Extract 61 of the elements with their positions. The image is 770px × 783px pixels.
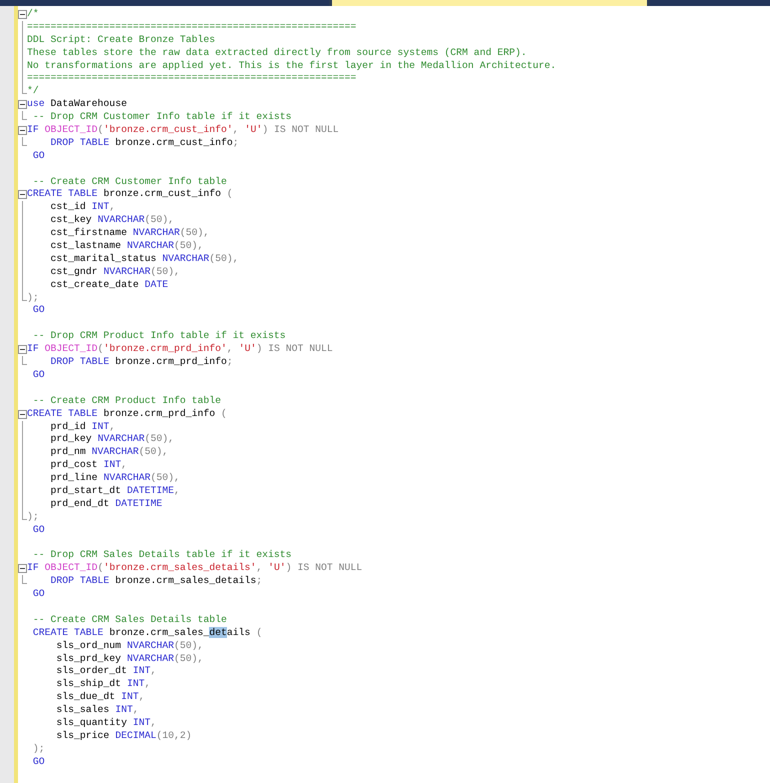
code-line: sls_ord_num NVARCHAR(50),: [55, 640, 204, 653]
code-line: -- Drop CRM Sales Details table if it exists: [32, 549, 292, 562]
code-line: -- Create CRM Product Info table: [32, 394, 222, 408]
code-line: prd_id INT,: [50, 420, 116, 434]
collapse-icon[interactable]: [18, 100, 27, 110]
code-line: IF OBJECT_ID('bronze.crm_cust_info', 'U') IS NOT NULL: [27, 124, 339, 137]
code-line: GO: [32, 304, 45, 318]
code-line: GO: [32, 524, 45, 537]
code-line: CREATE TABLE bronze.crm_sales_details (: [32, 626, 262, 640]
collapse-icon[interactable]: [18, 126, 27, 135]
collapse-icon[interactable]: [18, 10, 27, 19]
code-line: */: [27, 85, 39, 98]
code-line: IF OBJECT_ID('bronze.crm_prd_info', 'U') IS NOT NULL: [27, 343, 333, 356]
code-line: prd_end_dt DATETIME: [50, 498, 162, 511]
code-line: DROP TABLE bronze.crm_cust_info;: [50, 136, 239, 150]
code-line: sls_sales INT,: [55, 704, 139, 717]
code-line: prd_line NVARCHAR(50),: [50, 472, 180, 485]
code-line: GO: [32, 756, 45, 769]
code-line: );: [27, 510, 39, 524]
code-line: cst_id INT,: [50, 201, 116, 214]
code-line: -- Create CRM Sales Details table: [32, 614, 227, 627]
code-line: -- Create CRM Customer Info table: [32, 176, 227, 188]
collapse-icon[interactable]: [18, 564, 27, 574]
code-line: No transformations are applied yet. This is the first layer in the Medallion Architecture.: [27, 60, 556, 72]
code-line: IF OBJECT_ID('bronze.crm_sales_details', 'U') IS NOT NULL: [27, 562, 362, 576]
code-line: ========================================================: [27, 20, 356, 34]
code-line: prd_key NVARCHAR(50),: [50, 433, 174, 446]
code-line: DROP TABLE bronze.crm_sales_details;: [50, 575, 262, 588]
code-line: ========================================================: [27, 72, 356, 86]
collapse-icon[interactable]: [18, 410, 27, 419]
code-line: prd_nm NVARCHAR(50),: [50, 446, 168, 460]
code-line: use DataWarehouse: [27, 98, 127, 112]
code-line: cst_create_date DATE: [50, 278, 168, 292]
code-line: sls_ship_dt INT,: [55, 678, 150, 692]
code-line: sls_order_dt INT,: [55, 665, 156, 678]
code-line: sls_quantity INT,: [55, 716, 156, 730]
code-line: -- Drop CRM Product Info table if it exists: [32, 330, 286, 344]
collapse-icon[interactable]: [18, 190, 27, 200]
code-line: cst_marital_status NVARCHAR(50),: [50, 252, 239, 266]
code-line: -- Drop CRM Customer Info table if it exists: [32, 111, 292, 124]
code-line: prd_cost INT,: [50, 459, 127, 472]
code-line: DROP TABLE bronze.crm_prd_info;: [50, 356, 233, 369]
collapse-icon[interactable]: [18, 345, 27, 354]
code-line: cst_gndr NVARCHAR(50),: [50, 266, 180, 279]
code-line: GO: [32, 150, 45, 163]
code-line: GO: [32, 588, 45, 601]
code-line: DDL Script: Create Bronze Tables: [27, 34, 216, 47]
code-line: sls_price DECIMAL(10,2): [55, 730, 192, 743]
code-line: CREATE TABLE bronze.crm_prd_info (: [27, 408, 227, 420]
code-line: CREATE TABLE bronze.crm_cust_info (: [27, 188, 233, 202]
code-line: cst_key NVARCHAR(50),: [50, 214, 174, 228]
code-line: prd_start_dt DATETIME,: [50, 484, 180, 498]
code-line: );: [27, 292, 39, 304]
code-line: );: [32, 742, 45, 756]
code-line: sls_prd_key NVARCHAR(50),: [55, 652, 204, 666]
code-line: cst_firstname NVARCHAR(50),: [50, 227, 210, 240]
code-line: cst_lastname NVARCHAR(50),: [50, 240, 204, 253]
code-line: /*: [27, 8, 39, 21]
code-line: These tables store the raw data extracted directly from source systems (CRM and ERP).: [27, 46, 527, 60]
code-line: sls_due_dt INT,: [55, 691, 145, 704]
code-line: GO: [32, 368, 45, 382]
